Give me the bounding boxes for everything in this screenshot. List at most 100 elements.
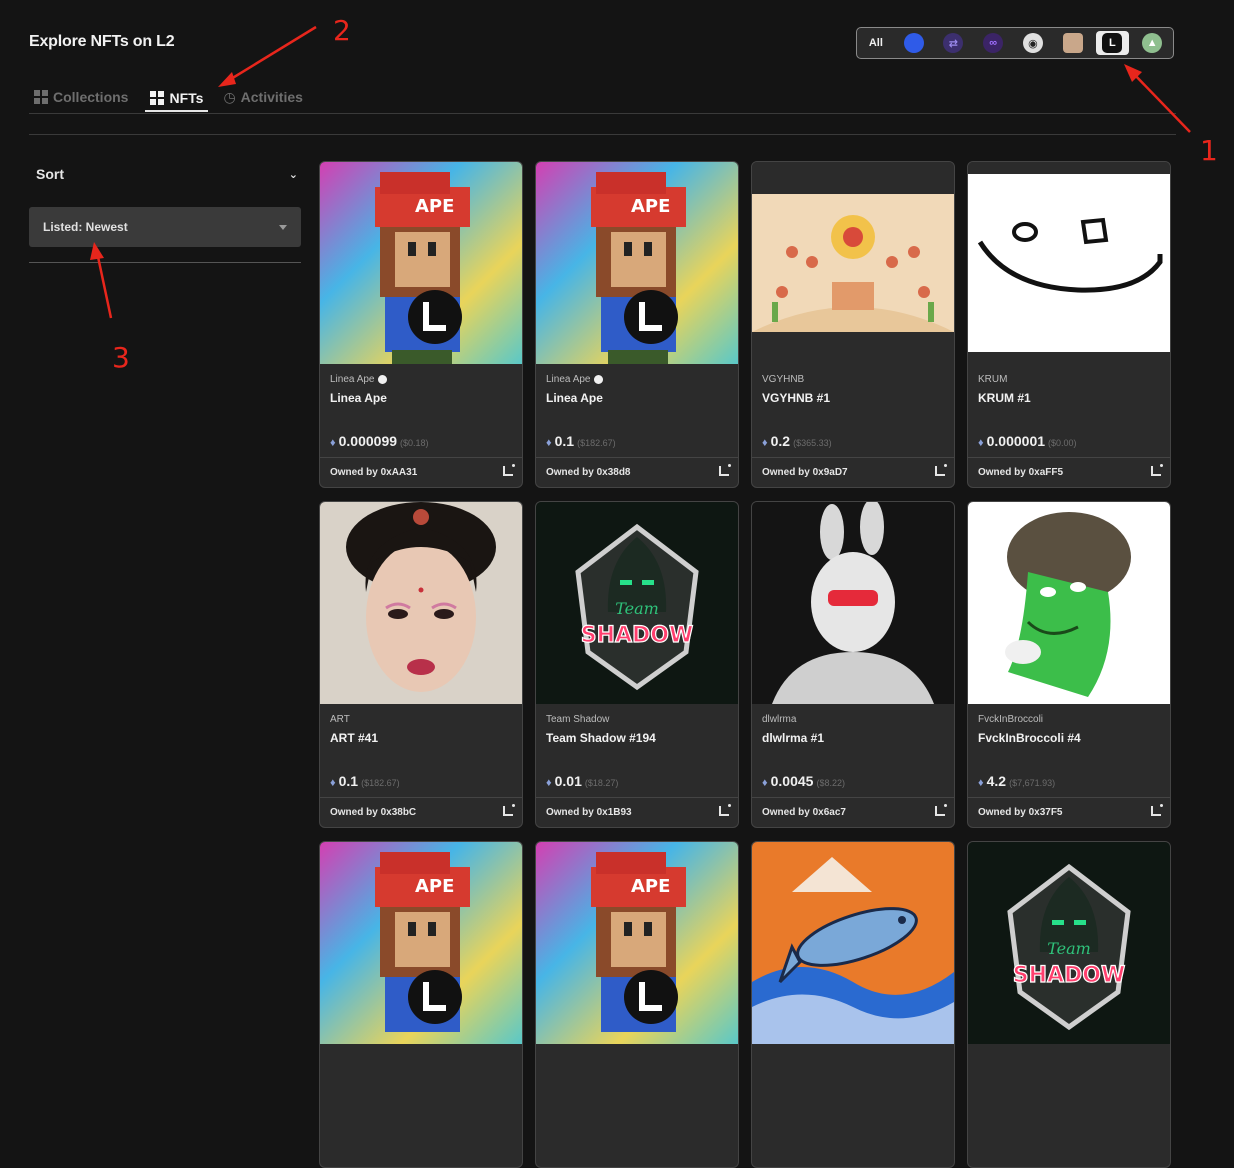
nft-name: KRUM #1 [978, 391, 1031, 405]
smile-art [968, 174, 1170, 352]
ape-art: APE [536, 842, 738, 1044]
eth-icon: ♦ [546, 437, 552, 449]
nft-price: ♦ 0.000099 ($0.18) [330, 433, 429, 449]
linea-chain-icon [935, 464, 947, 476]
linea-chain-icon [719, 464, 731, 476]
fish-art [752, 842, 954, 1044]
svg-text:SHADOW: SHADOW [1013, 963, 1126, 988]
rabbit-mask-art [752, 502, 954, 704]
collection-name: KRUM [978, 374, 1008, 385]
nft-image: Team SHADOW [536, 502, 738, 704]
svg-text:APE: APE [631, 876, 670, 897]
svg-text:APE: APE [415, 876, 454, 897]
linea-chain-icon [1151, 464, 1163, 476]
owner-text: Owned by 0x9aD7 [762, 467, 848, 478]
svg-text:Team: Team [1047, 939, 1091, 958]
nft-price: ♦ 0.2 ($365.33) [762, 433, 832, 449]
nft-image [968, 502, 1170, 704]
owner-text: Owned by 0x37F5 [978, 807, 1063, 818]
linea-chain-icon [719, 804, 731, 816]
nft-card[interactable]: dlwlrma dlwlrma #1 ♦ 0.0045 ($8.22) Owned … [751, 501, 955, 828]
collection-name: VGYHNB [762, 374, 805, 385]
annotation-label-3: 3 [112, 341, 130, 374]
nft-card[interactable]: APE [319, 841, 523, 1168]
eth-icon: ♦ [762, 777, 768, 789]
eth-icon: ♦ [978, 777, 984, 789]
nft-name: Linea Ape [330, 391, 387, 405]
nft-card[interactable]: APE Linea Ape Linea Ape ♦ 0.1 ($182.67) Ow… [535, 161, 739, 488]
owner-bar: Owned by 0x38d8 [536, 457, 738, 487]
nft-image [320, 502, 522, 704]
nft-price: ♦ 0.0045 ($8.22) [762, 773, 845, 789]
owner-text: Owned by 0x38bC [330, 807, 417, 818]
ape-art: APE [320, 162, 522, 364]
nft-image: APE [536, 162, 738, 364]
nft-name: ART #41 [330, 731, 379, 745]
nft-card[interactable]: KRUM KRUM #1 ♦ 0.000001 ($0.00) Owned by 0… [967, 161, 1171, 488]
owner-text: Owned by 0x6ac7 [762, 807, 846, 818]
nft-price: ♦ 4.2 ($7,671.93) [978, 773, 1056, 789]
nft-image [752, 842, 954, 1044]
nft-card[interactable]: Team SHADOW [967, 841, 1171, 1168]
annotation-label-1: 1 [1200, 134, 1218, 167]
ape-art: APE [536, 162, 738, 364]
collection-name: ART [330, 714, 350, 725]
collection-name: FvckInBroccoli [978, 714, 1044, 725]
annotation-arrow-3 [95, 251, 113, 319]
nft-name: dlwlrma #1 [762, 731, 825, 745]
nft-image: APE [320, 842, 522, 1044]
painting-art [752, 194, 954, 332]
collection-name: Linea Ape [546, 374, 603, 385]
eth-icon: ♦ [978, 437, 984, 449]
verified-icon [593, 375, 603, 384]
annotation-label-2: 2 [333, 14, 351, 47]
svg-text:APE: APE [631, 196, 670, 217]
nft-price: ♦ 0.000001 ($0.00) [978, 433, 1077, 449]
owner-bar: Owned by 0x1B93 [536, 797, 738, 827]
owner-bar: Owned by 0x37F5 [968, 797, 1170, 827]
annotation-arrowhead-3 [90, 242, 104, 260]
eth-icon: ♦ [330, 777, 336, 789]
collection-name: Linea Ape [330, 374, 387, 385]
nft-image: Team SHADOW [968, 842, 1170, 1044]
owner-text: Owned by 0x1B93 [546, 807, 632, 818]
owner-bar: Owned by 0x9aD7 [752, 457, 954, 487]
nft-name: Linea Ape [546, 391, 603, 405]
team-shadow-art: Team SHADOW [968, 842, 1170, 1044]
nft-name: FvckInBroccoli #4 [978, 731, 1081, 745]
eth-icon: ♦ [546, 777, 552, 789]
owner-text: Owned by 0xAA31 [330, 467, 418, 478]
svg-text:SHADOW: SHADOW [581, 623, 694, 648]
nft-image [968, 162, 1170, 364]
nft-card[interactable] [751, 841, 955, 1168]
collection-name: Team Shadow [546, 714, 610, 725]
nft-price: ♦ 0.1 ($182.67) [546, 433, 616, 449]
nft-image [752, 162, 954, 364]
nft-image: APE [536, 842, 738, 1044]
annotation-arrow-1 [1131, 71, 1191, 133]
nft-card[interactable]: Team SHADOW Team Shadow Team Shadow #194… [535, 501, 739, 828]
nft-card[interactable]: APE Linea Ape Linea Ape ♦ 0.000099 ($0.18)… [319, 161, 523, 488]
eth-icon: ♦ [330, 437, 336, 449]
owner-text: Owned by 0xaFF5 [978, 467, 1064, 478]
svg-text:APE: APE [415, 196, 454, 217]
owner-bar: Owned by 0x6ac7 [752, 797, 954, 827]
nft-card[interactable]: FvckInBroccoli FvckInBroccoli #4 ♦ 4.2 ($7… [967, 501, 1171, 828]
team-shadow-art: Team SHADOW [536, 502, 738, 704]
svg-text:Team: Team [615, 599, 659, 618]
ape-art: APE [320, 842, 522, 1044]
nft-card[interactable]: VGYHNB VGYHNB #1 ♦ 0.2 ($365.33) Owned by … [751, 161, 955, 488]
nft-card[interactable]: ART ART #41 ♦ 0.1 ($182.67) Owned by 0x38b… [319, 501, 523, 828]
portrait-art [320, 502, 522, 704]
owner-text: Owned by 0x38d8 [546, 467, 631, 478]
verified-icon [377, 375, 387, 384]
nft-grid: APE Linea Ape Linea Ape ♦ 0.000099 ($0.18)… [319, 161, 1173, 1168]
nft-image: APE [320, 162, 522, 364]
linea-chain-icon [935, 804, 947, 816]
linea-chain-icon [503, 804, 515, 816]
nft-name: VGYHNB #1 [762, 391, 831, 405]
nft-price: ♦ 0.01 ($18.27) [546, 773, 619, 789]
broccoli-art [968, 502, 1170, 704]
owner-bar: Owned by 0xaFF5 [968, 457, 1170, 487]
nft-card[interactable]: APE [535, 841, 739, 1168]
